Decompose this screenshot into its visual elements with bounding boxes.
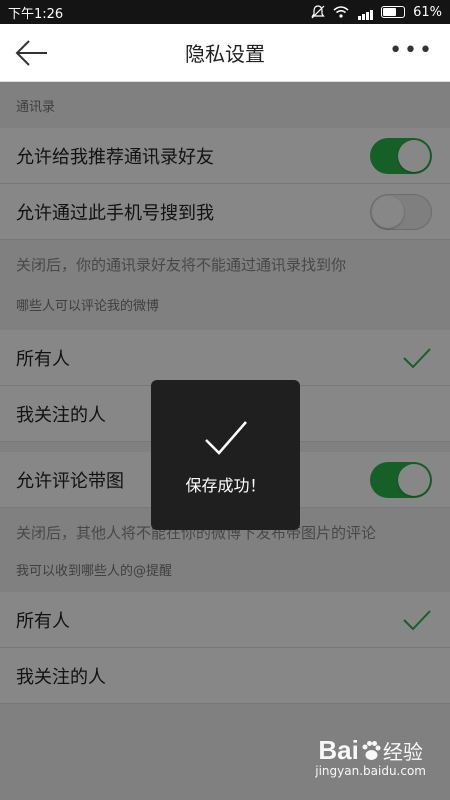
paw-logo-icon [362, 741, 381, 760]
status-time: 下午1:26 [8, 6, 64, 22]
baidu-jingyan-watermark: Bai 经验 jingyan.baidu.com [315, 735, 426, 778]
wifi-icon [333, 6, 349, 18]
watermark-brand2: 经验 [382, 740, 423, 764]
mute-bell-icon [311, 5, 325, 19]
watermark-url: jingyan.baidu.com [315, 764, 426, 778]
status-bar: 下午1:26 61% [0, 0, 450, 24]
watermark-brand: Bai [318, 735, 359, 765]
more-options-icon[interactable]: ••• [389, 38, 434, 63]
page-title: 隐私设置 [185, 42, 265, 66]
app-header: 隐私设置 ••• [0, 24, 450, 82]
toast-message: 保存成功！ [185, 476, 266, 495]
signal-icon [357, 5, 374, 20]
battery-icon [381, 6, 406, 18]
battery-level: 61% [413, 4, 442, 20]
back-arrow-icon[interactable] [14, 38, 50, 68]
success-toast: 保存成功！ [151, 380, 300, 530]
status-icons: 61% [311, 5, 442, 20]
success-check-icon [204, 421, 247, 455]
